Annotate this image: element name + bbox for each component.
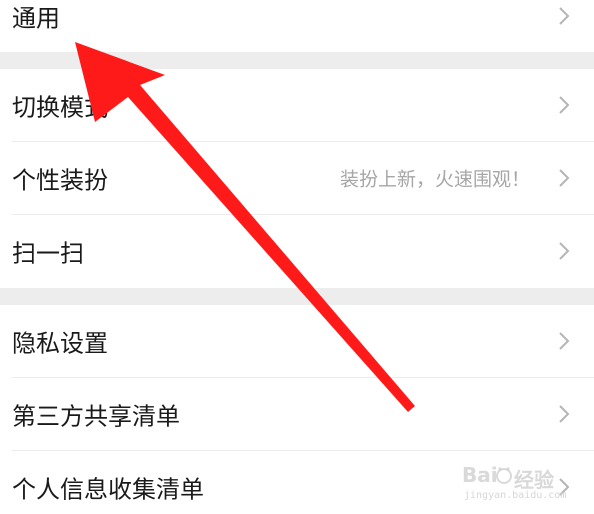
settings-row-personalize[interactable]: 个性装扮 装扮上新，火速围观！ [0, 142, 594, 214]
row-label: 扫一扫 [12, 239, 84, 268]
settings-row-privacy[interactable]: 隐私设置 [0, 305, 594, 377]
settings-row-switch-mode[interactable]: 切换模式 [0, 69, 594, 141]
row-label: 个性装扮 [12, 166, 108, 195]
chevron-right-icon [559, 96, 570, 114]
settings-screen: 通用 切换模式 个性装扮 装扮上新，火速围观！ 扫一扫 隐私设置 第三方共享清单… [0, 0, 594, 514]
chevron-right-icon [559, 405, 570, 423]
chevron-right-icon [559, 169, 570, 187]
chevron-right-icon [559, 7, 570, 25]
row-hint: 装扮上新，火速围观！ [339, 168, 530, 191]
settings-row-personal-info-list[interactable]: 个人信息收集清单 [0, 451, 594, 514]
settings-row-general[interactable]: 通用 [0, 0, 594, 52]
row-label: 隐私设置 [12, 329, 108, 358]
section-gap [0, 288, 594, 305]
chevron-right-icon [559, 242, 570, 260]
row-label: 第三方共享清单 [12, 402, 180, 431]
chevron-right-icon [559, 478, 570, 496]
row-label: 切换模式 [12, 93, 108, 122]
row-label: 通用 [12, 4, 60, 33]
settings-row-scan[interactable]: 扫一扫 [0, 215, 594, 287]
settings-row-third-party-list[interactable]: 第三方共享清单 [0, 378, 594, 450]
section-gap [0, 52, 594, 69]
chevron-right-icon [559, 332, 570, 350]
row-label: 个人信息收集清单 [12, 475, 204, 504]
